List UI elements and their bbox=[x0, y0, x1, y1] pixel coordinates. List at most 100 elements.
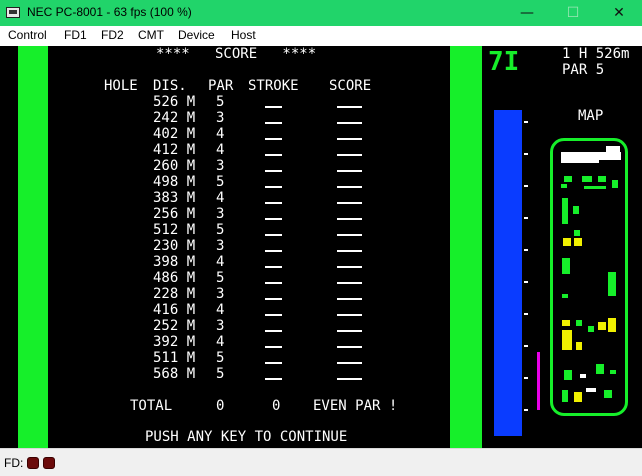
row-par: 4 bbox=[216, 302, 225, 318]
map-feature bbox=[588, 326, 594, 332]
score-blank bbox=[337, 170, 362, 172]
stroke-blank bbox=[265, 234, 282, 236]
map-feature bbox=[561, 160, 599, 163]
total-stroke: 0 bbox=[216, 398, 225, 414]
power-tick bbox=[524, 345, 528, 347]
col-hole: HOLE bbox=[104, 78, 138, 94]
score-header: **** SCORE **** bbox=[156, 46, 317, 62]
par-status: EVEN PAR ! bbox=[313, 398, 398, 414]
score-blank bbox=[337, 106, 362, 108]
power-tick bbox=[524, 377, 528, 379]
score-blank bbox=[337, 314, 362, 316]
row-par: 3 bbox=[216, 158, 225, 174]
emulator-screen[interactable]: **** SCORE **** HOLE DIS. PAR STROKE SCO… bbox=[0, 46, 642, 448]
row-par: 5 bbox=[216, 174, 225, 190]
row-par: 4 bbox=[216, 126, 225, 142]
row-par: 4 bbox=[216, 334, 225, 350]
score-blank bbox=[337, 298, 362, 300]
row-distance: 383 M bbox=[153, 190, 196, 206]
row-par: 4 bbox=[216, 142, 225, 158]
row-par: 5 bbox=[216, 366, 225, 382]
maximize-button[interactable]: ☐ bbox=[550, 0, 596, 26]
map-feature bbox=[562, 330, 572, 350]
window-title: NEC PC-8001 - 63 fps (100 %) bbox=[27, 5, 192, 19]
score-blank bbox=[337, 138, 362, 140]
row-par: 3 bbox=[216, 110, 225, 126]
map-feature bbox=[562, 390, 568, 402]
score-blank bbox=[337, 122, 362, 124]
row-par: 5 bbox=[216, 350, 225, 366]
stroke-blank bbox=[265, 330, 282, 332]
app-icon bbox=[6, 7, 20, 18]
map-feature bbox=[612, 180, 618, 188]
hole-info: 1 H 526m bbox=[562, 46, 630, 62]
row-distance: 568 M bbox=[153, 366, 196, 382]
row-distance: 512 M bbox=[153, 222, 196, 238]
row-par: 3 bbox=[216, 318, 225, 334]
stroke-blank bbox=[265, 106, 282, 108]
close-button[interactable]: ✕ bbox=[596, 0, 642, 26]
menu-control[interactable]: Control bbox=[8, 28, 47, 42]
map-feature bbox=[574, 238, 582, 246]
map-feature bbox=[582, 176, 592, 182]
menu-device[interactable]: Device bbox=[178, 28, 215, 42]
minimize-button[interactable]: — bbox=[504, 0, 550, 26]
map-feature bbox=[564, 176, 572, 182]
score-blank bbox=[337, 330, 362, 332]
map-feature bbox=[576, 342, 582, 350]
menu-host[interactable]: Host bbox=[231, 28, 256, 42]
menu-fd1[interactable]: FD1 bbox=[64, 28, 87, 42]
col-par: PAR bbox=[208, 78, 234, 94]
row-distance: 402 M bbox=[153, 126, 196, 142]
stroke-blank bbox=[265, 170, 282, 172]
power-tick bbox=[524, 185, 528, 187]
fd-status-label: FD: bbox=[4, 456, 24, 470]
col-stroke: STROKE bbox=[248, 78, 299, 94]
menu-fd2[interactable]: FD2 bbox=[101, 28, 124, 42]
stroke-blank bbox=[265, 282, 282, 284]
title-bar: NEC PC-8001 - 63 fps (100 %) — ☐ ✕ bbox=[0, 0, 642, 26]
row-par: 3 bbox=[216, 286, 225, 302]
status-bar: FD: bbox=[0, 448, 642, 476]
menu-cmt[interactable]: CMT bbox=[138, 28, 164, 42]
left-green-border bbox=[18, 46, 48, 448]
stroke-blank bbox=[265, 250, 282, 252]
map-feature bbox=[574, 230, 580, 236]
power-marker bbox=[537, 352, 540, 410]
map-feature bbox=[586, 388, 596, 392]
score-blank bbox=[337, 202, 362, 204]
row-distance: 398 M bbox=[153, 254, 196, 270]
row-distance: 228 M bbox=[153, 286, 196, 302]
row-distance: 416 M bbox=[153, 302, 196, 318]
map-feature bbox=[606, 146, 620, 160]
score-blank bbox=[337, 362, 362, 364]
score-blank bbox=[337, 378, 362, 380]
col-score: SCORE bbox=[329, 78, 372, 94]
score-blank bbox=[337, 234, 362, 236]
power-tick bbox=[524, 249, 528, 251]
row-distance: 511 M bbox=[153, 350, 196, 366]
continue-prompt: PUSH ANY KEY TO CONTINUE bbox=[145, 429, 348, 445]
stroke-blank bbox=[265, 122, 282, 124]
stroke-blank bbox=[265, 138, 282, 140]
power-tick bbox=[524, 281, 528, 283]
map-feature bbox=[562, 294, 568, 298]
stroke-blank bbox=[265, 378, 282, 380]
map-feature bbox=[596, 364, 604, 374]
power-tick bbox=[524, 409, 528, 411]
power-tick bbox=[524, 313, 528, 315]
row-par: 5 bbox=[216, 94, 225, 110]
club-indicator: 7I bbox=[488, 47, 520, 77]
power-tick bbox=[524, 217, 528, 219]
stroke-blank bbox=[265, 186, 282, 188]
score-blank bbox=[337, 154, 362, 156]
stroke-blank bbox=[265, 298, 282, 300]
row-distance: 256 M bbox=[153, 206, 196, 222]
row-distance: 230 M bbox=[153, 238, 196, 254]
map-feature bbox=[563, 238, 571, 246]
row-par: 4 bbox=[216, 190, 225, 206]
menu-bar: Control FD1 FD2 CMT Device Host bbox=[0, 26, 642, 46]
power-meter-bar bbox=[494, 110, 522, 436]
stroke-blank bbox=[265, 346, 282, 348]
map-feature bbox=[562, 258, 570, 274]
